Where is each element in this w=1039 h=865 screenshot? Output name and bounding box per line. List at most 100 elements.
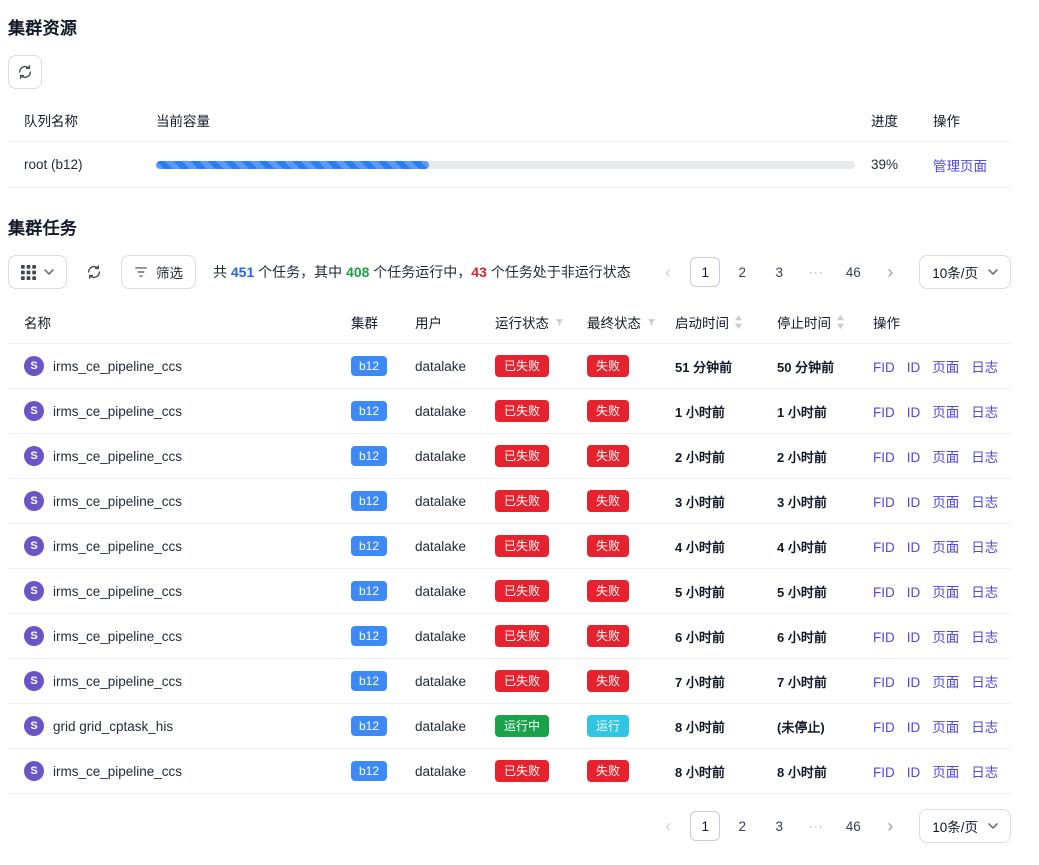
action-link[interactable]: FID <box>873 675 895 690</box>
col-header-queue-name: 队列名称 <box>8 99 148 142</box>
action-link[interactable]: 日志 <box>971 720 998 735</box>
refresh-icon <box>86 264 102 280</box>
start-time-sort-icon[interactable] <box>734 315 743 329</box>
action-link[interactable]: 页面 <box>932 495 959 510</box>
action-link[interactable]: FID <box>873 720 895 735</box>
next-page-button[interactable]: › <box>875 811 905 841</box>
final-state-badge: 失败 <box>587 445 629 467</box>
action-link[interactable]: ID <box>907 360 921 375</box>
start-time: 51 分钟前 <box>667 344 769 389</box>
page-button-1[interactable]: 1 <box>690 257 720 287</box>
action-link[interactable]: FID <box>873 630 895 645</box>
tasks-refresh-button[interactable] <box>80 255 108 289</box>
action-link[interactable]: 日志 <box>971 675 998 690</box>
prev-page-button[interactable]: ‹ <box>653 257 683 287</box>
running-count: 408 <box>346 264 369 280</box>
action-link[interactable]: 日志 <box>971 540 998 555</box>
action-link[interactable]: ID <box>907 405 921 420</box>
next-page-button[interactable]: › <box>875 257 905 287</box>
filter-button-label: 筛选 <box>156 262 183 282</box>
action-link[interactable]: FID <box>873 450 895 465</box>
action-link[interactable]: 日志 <box>971 360 998 375</box>
cluster-badge: b12 <box>351 356 387 376</box>
col-header-cluster: 集群 <box>343 301 407 344</box>
manage-page-link[interactable]: 管理页面 <box>933 159 987 174</box>
user-cell: datalake <box>407 479 487 524</box>
col-header-stop-time[interactable]: 停止时间 <box>769 301 865 344</box>
not-running-count: 43 <box>471 264 487 280</box>
cluster-badge: b12 <box>351 446 387 466</box>
action-link[interactable]: 日志 <box>971 630 998 645</box>
task-name: irms_ce_pipeline_ccs <box>53 359 182 374</box>
action-link[interactable]: 页面 <box>932 675 959 690</box>
action-link[interactable]: 日志 <box>971 765 998 780</box>
table-row: Sirms_ce_pipeline_ccs b12 datalake 已失败 失… <box>8 344 1011 389</box>
col-header-progress: 进度 <box>863 99 925 142</box>
action-link[interactable]: FID <box>873 360 895 375</box>
start-time: 8 小时前 <box>667 704 769 749</box>
run-state-badge: 已失败 <box>495 400 549 422</box>
run-state-badge: 已失败 <box>495 445 549 467</box>
pagination-ellipsis[interactable]: ··· <box>801 257 831 287</box>
avatar: S <box>24 581 44 601</box>
resources-refresh-button[interactable] <box>8 55 42 89</box>
action-link[interactable]: 页面 <box>932 405 959 420</box>
resources-header-row: 队列名称 当前容量 进度 操作 <box>8 99 1011 142</box>
task-name: irms_ce_pipeline_ccs <box>53 539 182 554</box>
page-button-46[interactable]: 46 <box>838 811 868 841</box>
col-header-current-capacity: 当前容量 <box>148 99 863 142</box>
run-state-filter-icon[interactable] <box>554 317 565 328</box>
action-link[interactable]: 页面 <box>932 630 959 645</box>
task-name: irms_ce_pipeline_ccs <box>53 404 182 419</box>
action-link[interactable]: FID <box>873 765 895 780</box>
filter-button[interactable]: 筛选 <box>121 255 196 289</box>
final-state-filter-icon[interactable] <box>646 317 657 328</box>
page-button-2[interactable]: 2 <box>727 811 757 841</box>
action-link[interactable]: 页面 <box>932 765 959 780</box>
action-link[interactable]: 页面 <box>932 540 959 555</box>
user-cell: datalake <box>407 344 487 389</box>
page-button-3[interactable]: 3 <box>764 257 794 287</box>
layout-select-button[interactable] <box>8 255 67 289</box>
action-link[interactable]: ID <box>907 495 921 510</box>
action-link[interactable]: ID <box>907 630 921 645</box>
action-link[interactable]: ID <box>907 675 921 690</box>
final-state-badge: 失败 <box>587 625 629 647</box>
page-button-46[interactable]: 46 <box>838 257 868 287</box>
action-link[interactable]: 日志 <box>971 495 998 510</box>
action-link[interactable]: FID <box>873 585 895 600</box>
task-name: irms_ce_pipeline_ccs <box>53 494 182 509</box>
col-header-resources-action: 操作 <box>925 99 1011 142</box>
action-link[interactable]: FID <box>873 540 895 555</box>
action-link[interactable]: ID <box>907 720 921 735</box>
page-size-select[interactable]: 10条/页 <box>919 255 1011 289</box>
page-button-3[interactable]: 3 <box>764 811 794 841</box>
action-link[interactable]: FID <box>873 405 895 420</box>
action-link[interactable]: ID <box>907 450 921 465</box>
filter-icon <box>134 265 148 279</box>
final-state-badge: 失败 <box>587 400 629 422</box>
action-link[interactable]: 页面 <box>932 360 959 375</box>
action-link[interactable]: ID <box>907 765 921 780</box>
actions-cell: FID ID 页面日志 <box>865 434 1011 479</box>
chevron-down-icon <box>988 823 998 829</box>
stop-time: (未停止) <box>769 704 865 749</box>
stop-time-sort-icon[interactable] <box>836 315 845 329</box>
action-link[interactable]: 页面 <box>932 450 959 465</box>
action-link[interactable]: 日志 <box>971 585 998 600</box>
page-button-1[interactable]: 1 <box>690 811 720 841</box>
page-button-2[interactable]: 2 <box>727 257 757 287</box>
col-header-user: 用户 <box>407 301 487 344</box>
pagination-ellipsis[interactable]: ··· <box>801 811 831 841</box>
action-link[interactable]: ID <box>907 540 921 555</box>
action-link[interactable]: FID <box>873 495 895 510</box>
action-link[interactable]: ID <box>907 585 921 600</box>
action-link[interactable]: 日志 <box>971 405 998 420</box>
action-link[interactable]: 日志 <box>971 450 998 465</box>
task-name: grid grid_cptask_his <box>53 719 173 734</box>
action-link[interactable]: 页面 <box>932 585 959 600</box>
page-size-select[interactable]: 10条/页 <box>919 809 1011 843</box>
prev-page-button[interactable]: ‹ <box>653 811 683 841</box>
col-header-start-time[interactable]: 启动时间 <box>667 301 769 344</box>
action-link[interactable]: 页面 <box>932 720 959 735</box>
